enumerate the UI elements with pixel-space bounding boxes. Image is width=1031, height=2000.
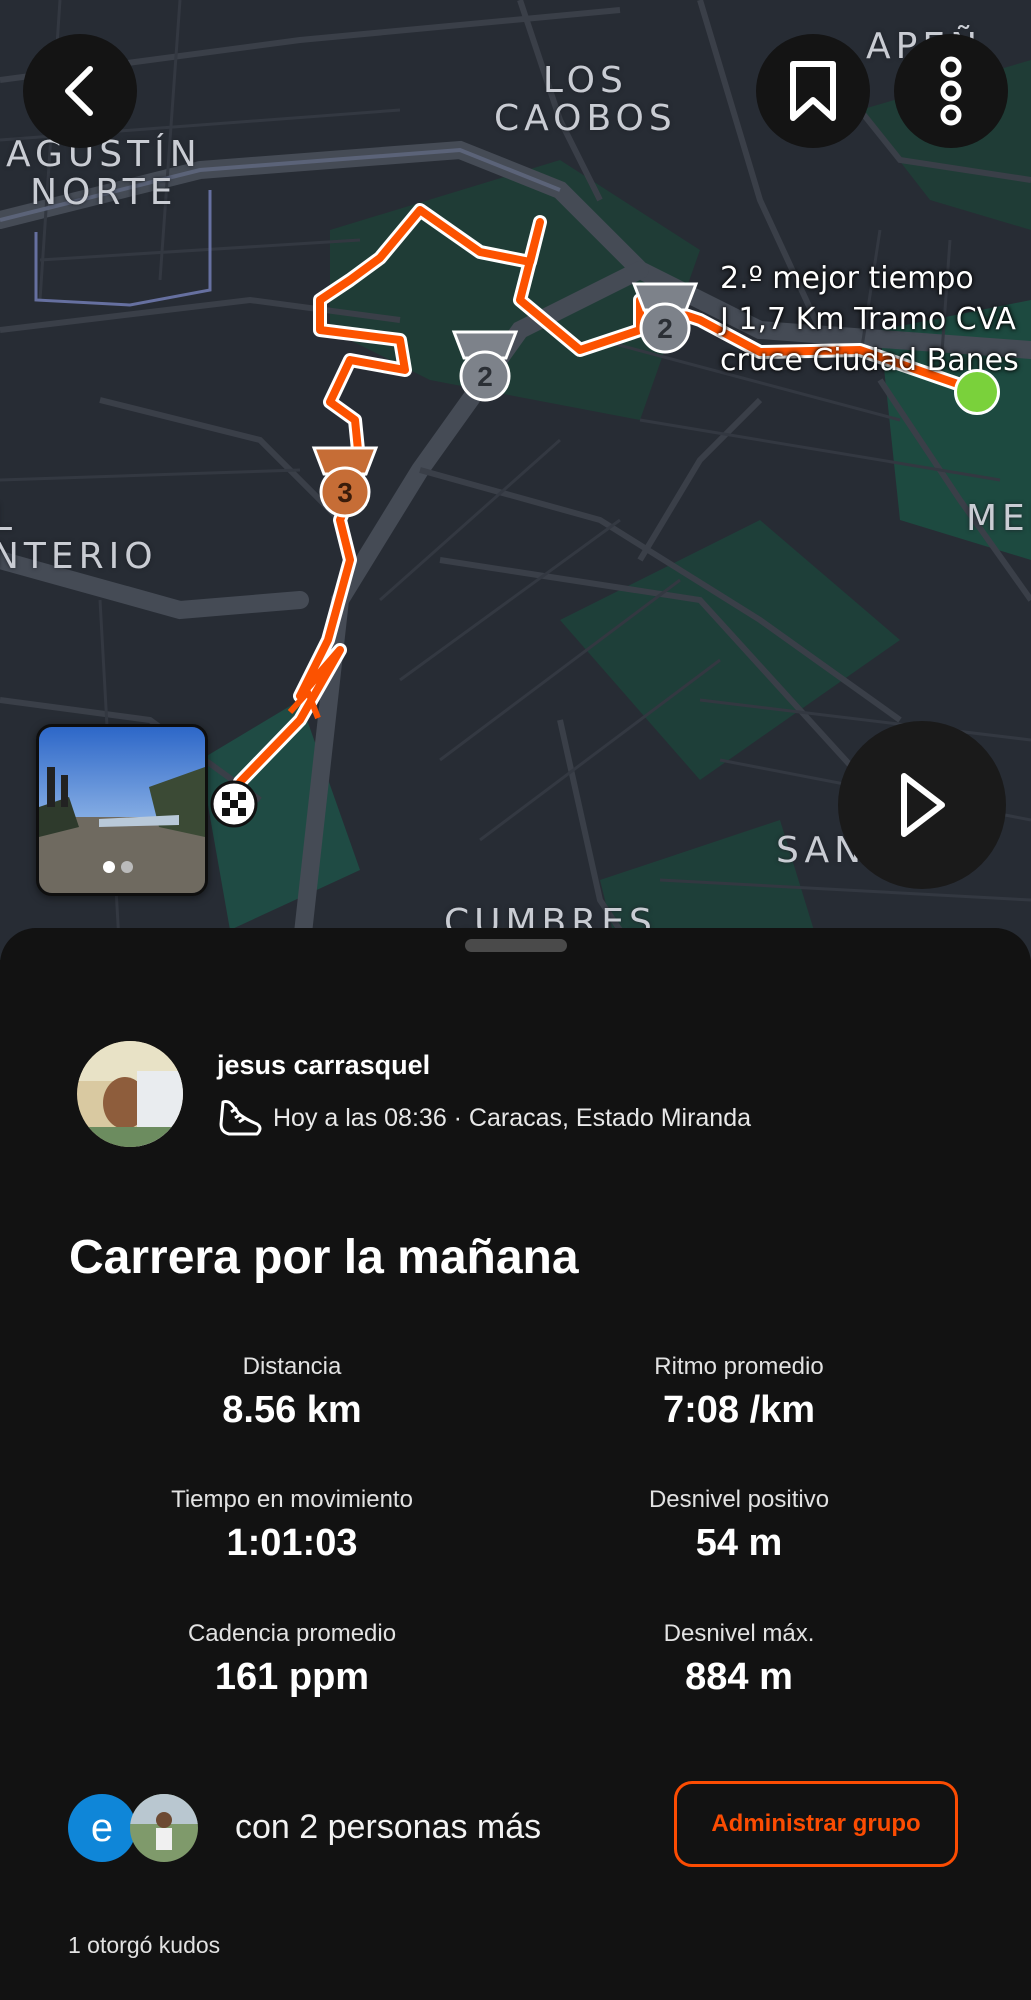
stat-elevation-gain: Desnivel positivo 54 m	[529, 1486, 949, 1565]
group-member-avatar	[130, 1794, 198, 1862]
activity-photo-thumbnail[interactable]	[36, 724, 208, 896]
flyover-play-button[interactable]	[838, 721, 1006, 889]
map-label-mer: MER	[966, 498, 1031, 539]
stat-label: Cadencia promedio	[187, 1620, 397, 1647]
stat-avg-cadence: Cadencia promedio 161 ppm	[82, 1620, 502, 1699]
stat-distance: Distancia 8.56 km	[82, 1353, 502, 1432]
stat-value: 1:01:03	[226, 1522, 358, 1564]
manage-group-button[interactable]: Administrar grupo	[674, 1781, 958, 1867]
segment-name: J 1,7 Km Tramo CVA	[720, 302, 1016, 337]
avatar-image	[77, 1041, 183, 1147]
group-text: con 2 personas más	[235, 1808, 542, 1846]
map-label-agustin-norte: AGUSTÍN NORTE	[6, 134, 202, 213]
bookmark-button[interactable]	[756, 34, 870, 148]
stat-max-elevation: Desnivel máx. 884 m	[529, 1620, 949, 1699]
start-marker-icon	[954, 369, 1000, 415]
stat-value: 884 m	[685, 1656, 793, 1698]
stat-label: Ritmo promedio	[654, 1353, 824, 1380]
back-button[interactable]	[23, 34, 137, 148]
chevron-left-icon	[65, 66, 93, 116]
map-label-los-caobos: LOS CAOBOS	[494, 60, 677, 139]
group-member-avatar: e	[68, 1794, 136, 1862]
stat-moving-time: Tiempo en movimiento 1:01:03	[82, 1486, 502, 1565]
medal-icon[interactable]: 2	[630, 280, 700, 360]
sheet-drag-handle[interactable]	[465, 939, 567, 952]
avatar-image	[130, 1794, 198, 1862]
group-avatars[interactable]: e	[68, 1792, 198, 1864]
stat-value: 8.56 km	[222, 1389, 362, 1431]
segment-rank: 2.º mejor tiempo	[720, 261, 974, 296]
athlete-name[interactable]: jesus carrasquel	[217, 1050, 430, 1081]
play-icon	[901, 773, 945, 837]
map-label-cementerio: L NTERIO	[0, 498, 158, 577]
medal-icon[interactable]: 3	[310, 444, 380, 524]
medal-icon[interactable]: 2	[450, 328, 520, 408]
stat-value: 161 ppm	[214, 1656, 370, 1698]
stat-label: Desnivel positivo	[648, 1486, 830, 1513]
svg-text:2: 2	[657, 313, 673, 344]
stat-value: 54 m	[695, 1522, 783, 1564]
svg-text:3: 3	[337, 477, 353, 508]
athlete-avatar[interactable]	[77, 1041, 183, 1147]
activity-details-sheet: jesus carrasquel Hoy a las 08:36 · Carac…	[0, 928, 1031, 2000]
kudos-count[interactable]: 1 otorgó kudos	[68, 1932, 220, 1959]
route-map[interactable]: LOS CAOBOS AGUSTÍN NORTE CUMBRES SAN L N…	[0, 0, 1031, 960]
svg-text:2: 2	[477, 361, 493, 392]
activity-meta: Hoy a las 08:36 · Caracas, Estado Mirand…	[217, 1098, 751, 1138]
activity-time-location: Hoy a las 08:36 · Caracas, Estado Mirand…	[273, 1103, 752, 1132]
photo-image	[39, 727, 205, 893]
more-options-button[interactable]	[894, 34, 1008, 148]
segment-tooltip[interactable]: 2.º mejor tiempo J 1,7 Km Tramo CVA cruc…	[720, 258, 1019, 381]
checkered-flag-icon	[210, 780, 258, 828]
bookmark-icon	[790, 61, 836, 121]
stat-label: Distancia	[242, 1353, 342, 1380]
stat-label: Tiempo en movimiento	[171, 1486, 413, 1513]
stat-label: Desnivel máx.	[663, 1620, 815, 1647]
stat-avg-pace: Ritmo promedio 7:08 /km	[529, 1353, 949, 1432]
stat-value: 7:08 /km	[662, 1389, 816, 1431]
activity-title: Carrera por la mañana	[69, 1231, 579, 1284]
running-shoe-icon	[219, 1100, 262, 1136]
more-vertical-icon	[940, 56, 962, 126]
